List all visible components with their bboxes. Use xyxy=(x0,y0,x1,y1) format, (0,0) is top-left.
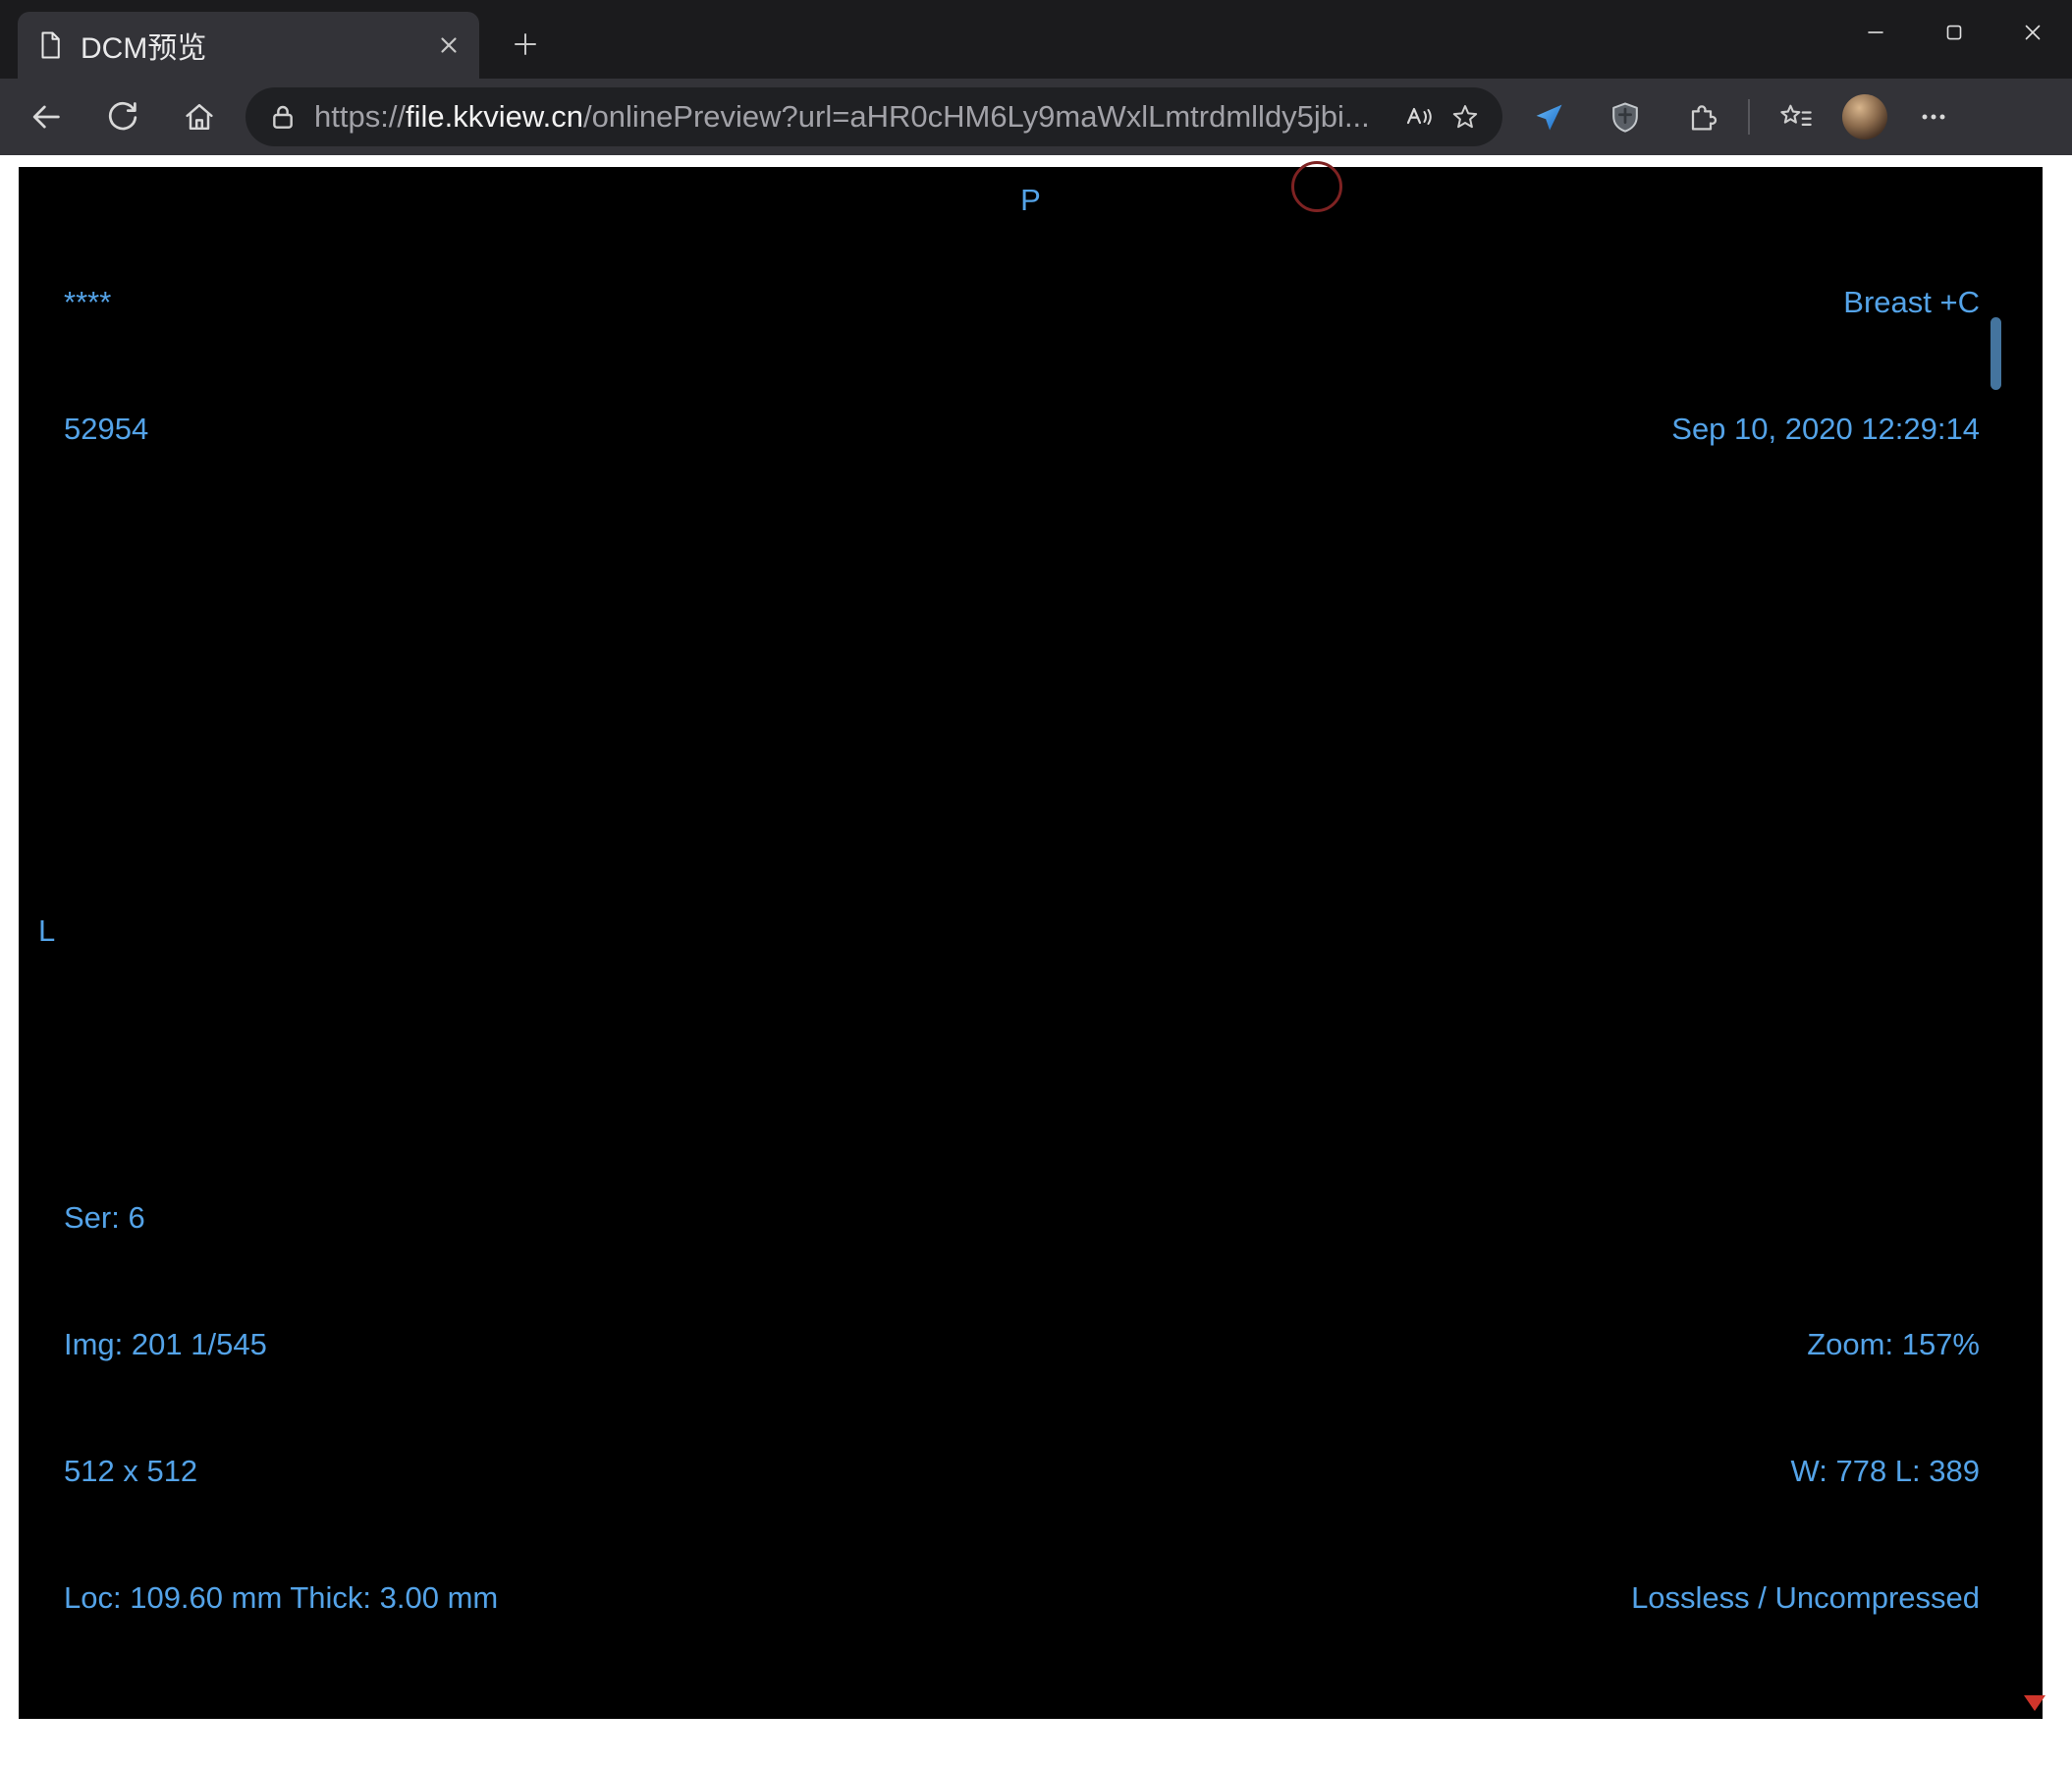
series-label: Ser: 6 xyxy=(64,1200,145,1235)
page-background: **** 52954 P Breast +C Sep 10, 2020 12:2… xyxy=(0,155,2072,1768)
tab-title: DCM预览 xyxy=(81,32,207,65)
annotation-circle xyxy=(1291,161,1342,212)
url-text[interactable]: https://file.kkview.cn/onlinePreview?url… xyxy=(314,99,1387,135)
url-domain: file.kkview.cn xyxy=(406,99,583,134)
display-info-overlay: Zoom: 157% W: 778 L: 389 Lossless / Unco… xyxy=(1631,1239,1980,1703)
shield-extension-button[interactable] xyxy=(1595,88,1656,145)
series-info-overlay: Ser: 6 Img: 201 1/545 512 x 512 Loc: 109… xyxy=(64,1112,498,1703)
tab-strip: DCM预览 xyxy=(0,0,2072,79)
browser-tab[interactable]: DCM预览 xyxy=(18,12,479,79)
address-bar[interactable]: https://file.kkview.cn/onlinePreview?url… xyxy=(245,87,1502,146)
maximize-icon xyxy=(1946,25,1962,40)
minimize-icon xyxy=(1868,31,1883,33)
minimize-button[interactable] xyxy=(1836,0,1915,65)
new-tab-button[interactable] xyxy=(499,18,552,71)
window-controls xyxy=(1836,0,2072,65)
maximize-button[interactable] xyxy=(1915,0,1993,65)
close-icon xyxy=(2025,25,2041,40)
lock-icon[interactable] xyxy=(267,101,299,133)
browser-toolbar: https://file.kkview.cn/onlinePreview?url… xyxy=(0,79,2072,155)
patient-masked: **** xyxy=(64,285,112,319)
close-button[interactable] xyxy=(1993,0,2072,65)
image-index-label: Img: 201 1/545 xyxy=(64,1327,267,1361)
orientation-left-label: L xyxy=(38,913,56,948)
plus-icon xyxy=(515,33,536,55)
study-datetime: Sep 10, 2020 12:29:14 xyxy=(1671,412,1980,446)
url-scheme: https:// xyxy=(314,99,407,134)
shield-icon xyxy=(1612,102,1638,133)
settings-menu-button[interactable] xyxy=(1903,88,1964,145)
url-path: /onlinePreview?url=aHR0cHM6Ly9maWxlLmtrd… xyxy=(582,99,1370,134)
protocol-label: Breast +C xyxy=(1843,285,1980,319)
blue-extension-button[interactable] xyxy=(1518,88,1579,145)
toolbar-divider xyxy=(1748,99,1750,135)
study-info-overlay: Breast +C Sep 10, 2020 12:29:14 xyxy=(1671,196,1980,534)
document-icon xyxy=(41,31,60,59)
refresh-icon xyxy=(108,101,137,131)
refresh-button[interactable] xyxy=(92,88,153,145)
back-icon xyxy=(32,105,60,129)
viewer-scrollbar-thumb[interactable] xyxy=(1990,317,2001,390)
ellipsis-icon xyxy=(1922,114,1945,120)
home-button[interactable] xyxy=(169,88,230,145)
favorites-hub-icon xyxy=(1780,104,1812,126)
browser-window: DCM预览 https://file.kkview.cn/onlinePrevi… xyxy=(0,0,2072,1768)
tab-close-icon[interactable] xyxy=(436,32,462,58)
home-icon xyxy=(186,103,213,131)
location-label: Loc: 109.60 mm Thick: 3.00 mm xyxy=(64,1580,499,1615)
add-favorite-star-icon[interactable] xyxy=(1449,101,1481,133)
matrix-label: 512 x 512 xyxy=(64,1454,198,1488)
patient-info-overlay: **** 52954 xyxy=(64,196,148,534)
extensions-button[interactable] xyxy=(1671,88,1732,145)
back-button[interactable] xyxy=(16,88,77,145)
patient-id: 52954 xyxy=(64,412,149,446)
zoom-label: Zoom: 157% xyxy=(1807,1327,1980,1361)
compression-label: Lossless / Uncompressed xyxy=(1631,1580,1980,1615)
dicom-viewer[interactable]: **** 52954 P Breast +C Sep 10, 2020 12:2… xyxy=(19,161,2045,1719)
favorites-button[interactable] xyxy=(1766,88,1827,145)
profile-avatar[interactable] xyxy=(1842,94,1887,139)
window-level-label: W: 778 L: 389 xyxy=(1790,1454,1980,1488)
scroll-down-arrow[interactable] xyxy=(2024,1695,2045,1711)
extensions-puzzle-icon xyxy=(1691,105,1718,131)
blue-extension-icon xyxy=(1536,104,1562,131)
read-aloud-icon[interactable] xyxy=(1402,101,1434,133)
